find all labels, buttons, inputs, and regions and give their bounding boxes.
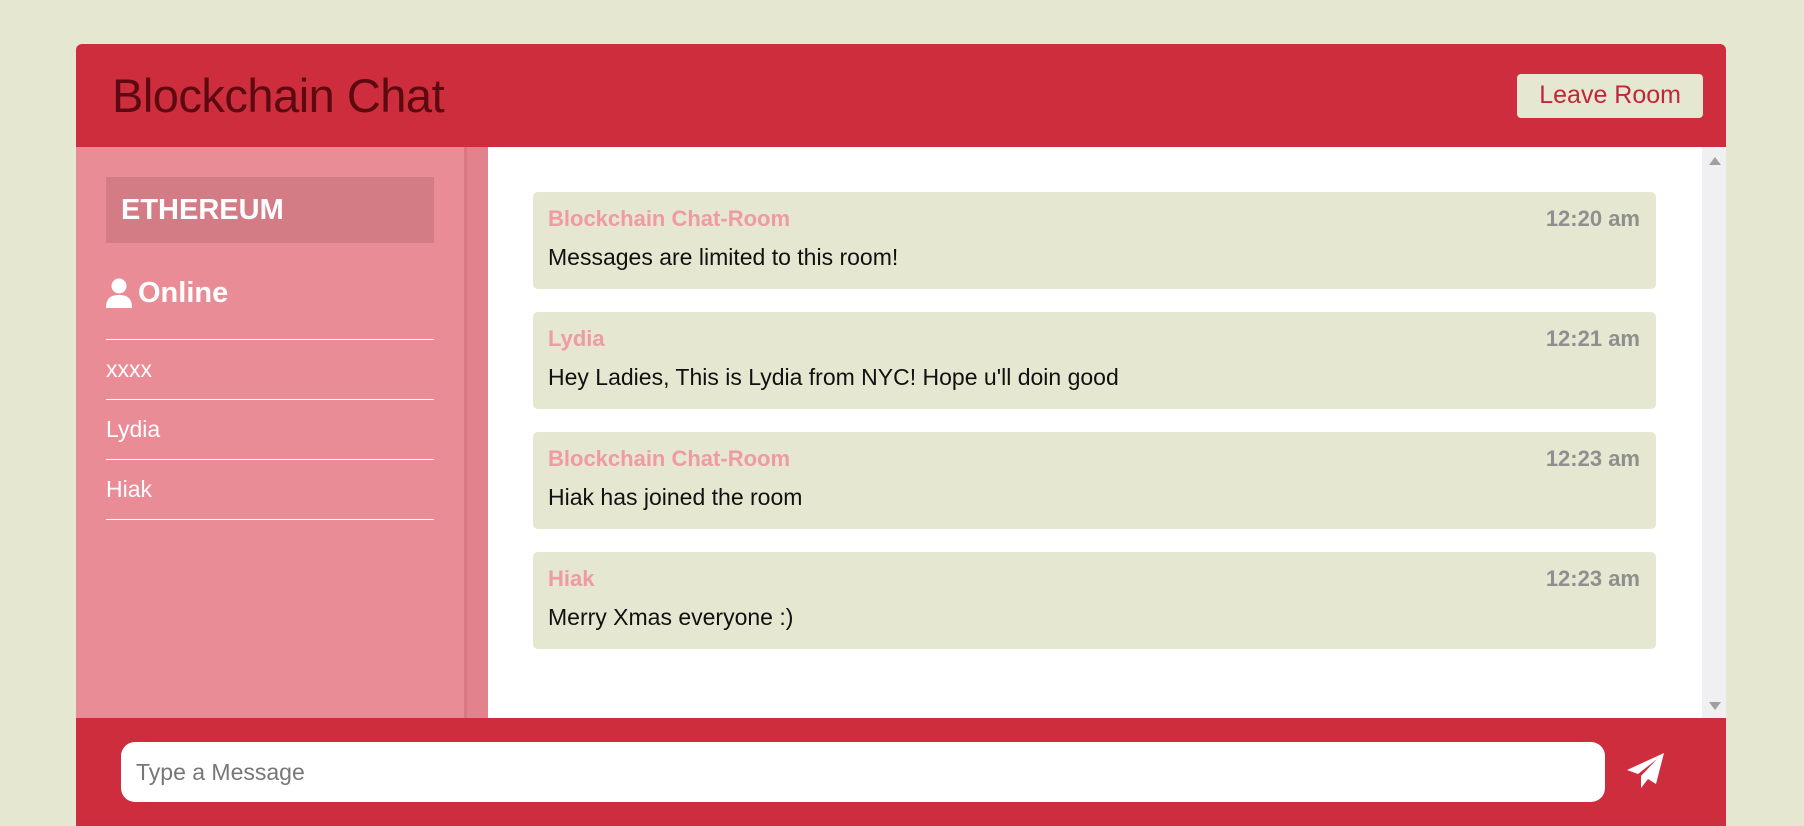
message-meta: Blockchain Chat-Room 12:20 am — [548, 206, 1640, 232]
message: Lydia 12:21 am Hey Ladies, This is Lydia… — [533, 312, 1656, 409]
messages-list: Blockchain Chat-Room 12:20 am Messages a… — [488, 147, 1702, 718]
online-heading: Online — [106, 273, 434, 340]
chat-form — [76, 718, 1726, 826]
message-sender: Blockchain Chat-Room — [548, 206, 791, 231]
message-meta: Blockchain Chat-Room 12:23 am — [548, 446, 1640, 472]
app-title: Blockchain Chat — [112, 69, 445, 122]
message-text: Messages are limited to this room! — [548, 244, 899, 270]
message: Blockchain Chat-Room 12:20 am Messages a… — [533, 192, 1656, 289]
users-list: xxxx Lydia Hiak — [106, 340, 434, 520]
user-item: Lydia — [106, 400, 434, 460]
message-time: 12:21 am — [1545, 326, 1640, 351]
message-time: 12:20 am — [1545, 206, 1640, 231]
paper-plane-icon — [1626, 752, 1666, 793]
message-input[interactable] — [121, 742, 1605, 802]
message-sender: Blockchain Chat-Room — [548, 446, 791, 471]
message: Hiak 12:23 am Merry Xmas everyone :) — [533, 552, 1656, 649]
chat-header: Blockchain Chat Leave Room — [76, 44, 1726, 147]
chat-container: Blockchain Chat Leave Room ETHEREUM Onli… — [76, 44, 1726, 826]
messages-area: Blockchain Chat-Room 12:20 am Messages a… — [488, 147, 1726, 718]
message-sender: Lydia — [548, 326, 605, 351]
sidebar: ETHEREUM Online xxxx Lydia Hiak — [76, 147, 464, 718]
message: Blockchain Chat-Room 12:23 am Hiak has j… — [533, 432, 1656, 529]
user-item: Hiak — [106, 460, 434, 520]
chat-main: ETHEREUM Online xxxx Lydia Hiak Blockcha… — [76, 147, 1726, 718]
online-label: Online — [138, 276, 229, 309]
message-meta: Hiak 12:23 am — [548, 566, 1640, 592]
message-text: Merry Xmas everyone :) — [548, 604, 794, 630]
message-time: 12:23 am — [1545, 566, 1640, 591]
sidebar-divider — [464, 147, 488, 718]
message-time: 12:23 am — [1545, 446, 1640, 471]
message-text: Hey Ladies, This is Lydia from NYC! Hope… — [548, 364, 1119, 390]
messages-scrollbar[interactable] — [1702, 147, 1726, 718]
room-name: ETHEREUM — [106, 177, 434, 243]
user-icon — [106, 278, 132, 308]
message-meta: Lydia 12:21 am — [548, 326, 1640, 352]
message-sender: Hiak — [548, 566, 595, 591]
message-text: Hiak has joined the room — [548, 484, 803, 510]
send-button[interactable] — [1621, 747, 1671, 797]
scroll-down-arrow-icon[interactable] — [1709, 702, 1721, 710]
user-item: xxxx — [106, 340, 434, 400]
leave-room-button[interactable]: Leave Room — [1517, 73, 1703, 118]
scroll-up-arrow-icon[interactable] — [1709, 157, 1721, 165]
